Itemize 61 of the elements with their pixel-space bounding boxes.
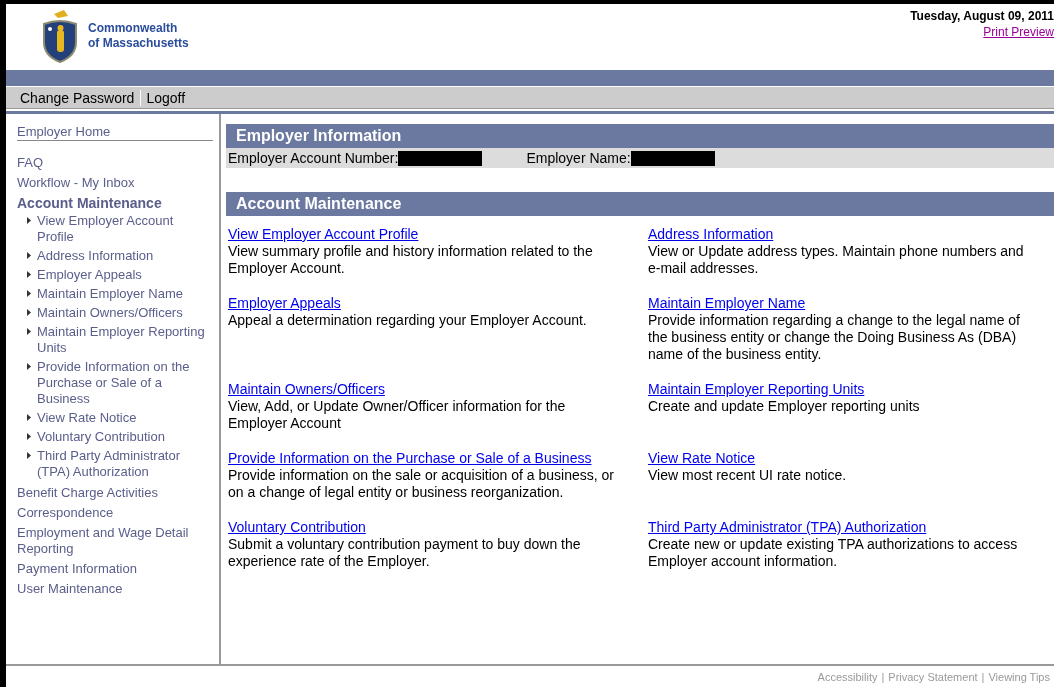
entry-description: Appeal a determination regarding your Employer Account. bbox=[228, 312, 588, 329]
sidebar-item[interactable]: Account Maintenance bbox=[17, 193, 213, 213]
sidebar-item[interactable]: FAQ bbox=[17, 153, 213, 173]
sidebar-item[interactable]: Payment Information bbox=[17, 559, 213, 579]
sidebar-subitem[interactable]: View Employer Account Profile bbox=[37, 213, 213, 245]
bullet-icon bbox=[27, 271, 31, 278]
sidebar-item[interactable]: Employment and Wage Detail Reporting bbox=[17, 523, 213, 559]
entry-description: View or Update address types. Maintain phone numbers and e-mail addresses. bbox=[648, 243, 1025, 277]
bullet-icon bbox=[27, 328, 31, 335]
current-date: Tuesday, August 09, 2011 bbox=[910, 8, 1054, 24]
top-nav-link[interactable]: Logoff bbox=[140, 89, 192, 106]
entry-link[interactable]: Address Information bbox=[648, 226, 1048, 243]
agency-name: Commonwealth bbox=[88, 21, 179, 36]
sidebar-subitem[interactable]: Provide Information on the Purchase or Sale of a Business bbox=[37, 359, 213, 407]
entry-description: Create and update Employer reporting units bbox=[648, 398, 921, 415]
entry-link[interactable]: View Employer Account Profile bbox=[228, 226, 648, 243]
entry-link[interactable]: Maintain Employer Reporting Units bbox=[648, 381, 1048, 398]
bullet-icon bbox=[27, 414, 31, 421]
entry-description: Provide information on the sale or acquisition of a business, or on a change of legal entity or business reorganization. bbox=[228, 467, 615, 501]
bullet-icon bbox=[27, 433, 31, 440]
entry-link[interactable]: Maintain Employer Name bbox=[648, 295, 1048, 312]
separator: | bbox=[981, 670, 985, 683]
bullet-icon bbox=[27, 452, 31, 459]
entry-link[interactable]: Maintain Owners/Officers bbox=[228, 381, 648, 398]
sidebar-item[interactable]: Benefit Charge Activities bbox=[17, 483, 213, 503]
sidebar-item[interactable]: Correspondence bbox=[17, 503, 213, 523]
sidebar-item[interactable]: User Maintenance bbox=[17, 579, 213, 599]
top-nav-link[interactable]: Change Password bbox=[20, 89, 141, 106]
sidebar-subitem[interactable]: Employer Appeals bbox=[37, 267, 142, 283]
entry-description: View most recent UI rate notice. bbox=[648, 467, 848, 484]
separator: | bbox=[881, 670, 885, 683]
bullet-icon bbox=[27, 363, 31, 370]
sidebar-item[interactable]: Employer Home bbox=[17, 122, 213, 141]
print-preview-link[interactable]: Print Preview bbox=[983, 24, 1054, 40]
bullet-icon bbox=[27, 309, 31, 316]
sidebar-subitem[interactable]: Third Party Administrator (TPA) Authorization bbox=[37, 448, 213, 480]
entry-link[interactable]: Third Party Administrator (TPA) Authorization bbox=[648, 519, 1048, 536]
section-header: Employer Information bbox=[226, 124, 1054, 148]
field-label: Employer Account Number: bbox=[228, 150, 399, 166]
sidebar-subitem[interactable]: Maintain Employer Name bbox=[37, 286, 183, 302]
sidebar-subitem[interactable]: View Rate Notice bbox=[37, 410, 137, 426]
bullet-icon bbox=[27, 217, 31, 224]
entry-description: View, Add, or Update Owner/Officer information for the Employer Account bbox=[228, 398, 567, 432]
entry-link[interactable]: Employer Appeals bbox=[228, 295, 648, 312]
bullet-icon bbox=[27, 290, 31, 297]
sidebar-item[interactable]: Workflow - My Inbox bbox=[17, 173, 213, 193]
entry-link[interactable]: Provide Information on the Purchase or Sale of a Business bbox=[228, 450, 648, 467]
sidebar-subitem[interactable]: Voluntary Contribution bbox=[37, 429, 165, 445]
entry-description: View summary profile and history information related to the Employer Account. bbox=[228, 243, 594, 277]
entry-link[interactable]: View Rate Notice bbox=[648, 450, 1048, 467]
field-label: Employer Name: bbox=[526, 150, 631, 166]
section-header: Account Maintenance bbox=[226, 192, 1054, 216]
sidebar-subitem[interactable]: Address Information bbox=[37, 248, 154, 264]
sidebar-subitem[interactable]: Maintain Owners/Officers bbox=[37, 305, 183, 321]
sidebar-subitem[interactable]: Maintain Employer Reporting Units bbox=[37, 324, 213, 356]
entry-description: Create new or update existing TPA authorizations to access Employer account information. bbox=[648, 536, 1019, 570]
bullet-icon bbox=[27, 252, 31, 259]
entry-description: Provide information regarding a change to the legal name of the business entity or change the Doing Business As (DBA) name of the business entity. bbox=[648, 312, 1021, 363]
entry-link[interactable]: Voluntary Contribution bbox=[228, 519, 648, 536]
agency-name: of Massachusetts bbox=[88, 36, 189, 51]
entry-description: Submit a voluntary contribution payment to buy down the experience rate of the Employer. bbox=[228, 536, 582, 570]
